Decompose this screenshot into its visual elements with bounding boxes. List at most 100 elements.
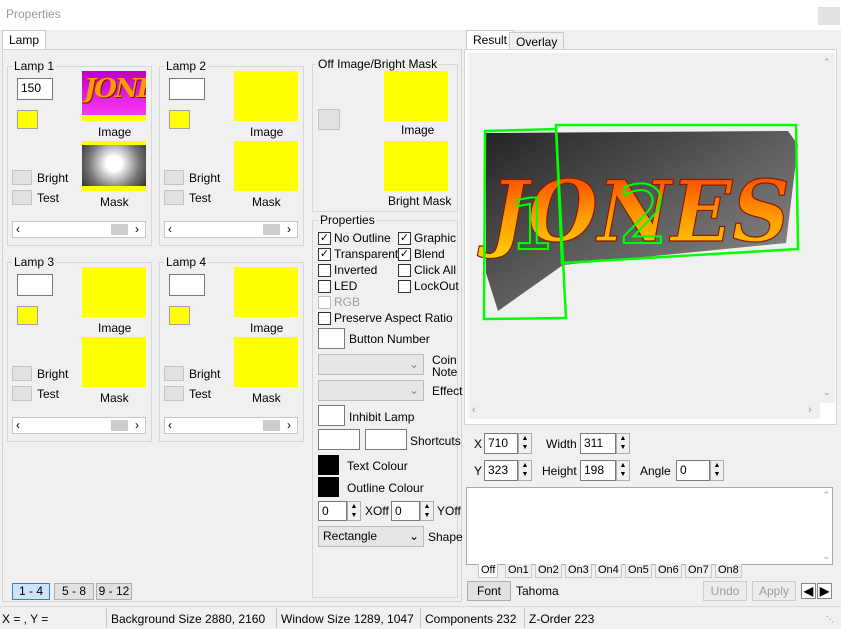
height-spinner[interactable]: ▲ ▼: [616, 460, 630, 481]
shortcut-input-1[interactable]: [318, 429, 360, 450]
shortcut-input-2[interactable]: [365, 429, 407, 450]
lamp-1-test-button[interactable]: [12, 190, 32, 205]
lockout-checkbox[interactable]: [398, 280, 411, 293]
lamp-4-scroll-thumb[interactable]: [263, 420, 280, 431]
off-image-colour-button[interactable]: [318, 109, 340, 130]
lamp-4-colour-swatch[interactable]: [169, 306, 190, 325]
resize-grip-icon[interactable]: ⋱: [826, 615, 836, 625]
xoff-spinner[interactable]: ▲ ▼: [347, 501, 361, 521]
y-spinner[interactable]: ▲ ▼: [518, 460, 532, 481]
state-tab-off[interactable]: Off: [478, 564, 499, 578]
transparent-checkbox[interactable]: ✓: [318, 248, 331, 261]
lamp-2-scrollbar[interactable]: ‹ ›: [164, 221, 298, 238]
lamp-3-image-preview[interactable]: [82, 267, 146, 317]
font-button[interactable]: Font: [467, 581, 511, 601]
lamp-1-scrollbar[interactable]: ‹ ›: [12, 221, 146, 238]
blend-checkbox[interactable]: ✓: [398, 248, 411, 261]
tab-result[interactable]: Result: [466, 30, 515, 50]
bright-mask-preview[interactable]: [384, 141, 448, 191]
lamp-3-scrollbar[interactable]: ‹ ›: [12, 417, 146, 434]
arrow-left-icon[interactable]: ◀: [801, 583, 816, 599]
lamp-3-mask-preview[interactable]: [82, 337, 146, 387]
lamp-3-bright-button[interactable]: [12, 366, 32, 381]
page-5-8-button[interactable]: 5 - 8: [54, 583, 94, 600]
angle-input[interactable]: 0: [676, 460, 710, 481]
inverted-checkbox[interactable]: [318, 264, 331, 277]
lamp-2-test-button[interactable]: [164, 190, 184, 205]
rgb-checkbox[interactable]: [318, 296, 331, 309]
shape-select[interactable]: Rectangle ⌄: [318, 526, 424, 547]
lamp-2-colour-swatch[interactable]: [169, 110, 190, 129]
lamp-3-test-button[interactable]: [12, 386, 32, 401]
yoff-input[interactable]: 0: [391, 501, 420, 521]
state-tab-on1[interactable]: On1: [505, 564, 532, 578]
preserve-aspect-ratio-checkbox[interactable]: [318, 312, 331, 325]
lamp-2-image-preview[interactable]: [234, 71, 298, 121]
status-divider: [420, 608, 421, 628]
lamp-1-colour-swatch[interactable]: [17, 110, 38, 129]
click-all-checkbox[interactable]: [398, 264, 411, 277]
no-outline-checkbox[interactable]: ✓: [318, 232, 331, 245]
height-label: Height: [542, 464, 577, 478]
inhibit-lamp-input[interactable]: [318, 405, 345, 426]
state-tab-on8[interactable]: On8: [715, 564, 742, 578]
apply-button[interactable]: Apply: [752, 581, 796, 601]
lamp-2-scroll-thumb[interactable]: [263, 224, 280, 235]
lamp-1-bright-button[interactable]: [12, 170, 32, 185]
page-1-4-button[interactable]: 1 - 4: [12, 583, 50, 600]
result-horizontal-scrollbar[interactable]: ‹ ›: [468, 403, 820, 419]
effect-select[interactable]: ⌄: [318, 380, 424, 401]
yoff-spinner[interactable]: ▲ ▼: [420, 501, 434, 521]
angle-spinner[interactable]: ▲ ▼: [710, 460, 724, 481]
lamp-3-number-input[interactable]: [17, 274, 53, 296]
chevron-down-icon: ⌄: [823, 387, 831, 397]
width-input[interactable]: 311: [580, 433, 616, 454]
result-vertical-scrollbar[interactable]: ⌃ ⌄: [820, 53, 835, 403]
state-tab-on7[interactable]: On7: [685, 564, 712, 578]
yoff-label: YOff: [437, 504, 461, 518]
xoff-input[interactable]: 0: [318, 501, 347, 521]
tab-overlay[interactable]: Overlay: [509, 32, 565, 50]
chevron-right-icon: ›: [135, 418, 139, 432]
outline-colour-swatch[interactable]: [318, 477, 339, 497]
close-button[interactable]: [818, 7, 840, 25]
tab-lamp[interactable]: Lamp: [2, 30, 47, 50]
lamp-4-image-preview[interactable]: [234, 267, 298, 317]
state-tab-on6[interactable]: On6: [655, 564, 682, 578]
lamp-1-scroll-thumb[interactable]: [111, 224, 128, 235]
lamp-4-test-button[interactable]: [164, 386, 184, 401]
page-9-12-button[interactable]: 9 - 12: [96, 583, 132, 600]
graphic-checkbox[interactable]: ✓: [398, 232, 411, 245]
overlay-label-2: 2: [618, 169, 669, 262]
lamp-1-number-input[interactable]: 150: [17, 78, 53, 100]
height-input[interactable]: 198: [580, 460, 616, 481]
undo-button[interactable]: Undo: [703, 581, 747, 601]
y-input[interactable]: 323: [484, 460, 518, 481]
state-tab-on4[interactable]: On4: [595, 564, 622, 578]
chevron-up-icon: ⌃: [823, 57, 831, 67]
lamp-4-number-input[interactable]: [169, 274, 205, 296]
coin-note-select[interactable]: ⌄: [318, 354, 424, 375]
arrow-right-icon[interactable]: ▶: [817, 583, 832, 599]
x-input[interactable]: 710: [484, 433, 518, 454]
state-tab-on3[interactable]: On3: [565, 564, 592, 578]
width-spinner[interactable]: ▲ ▼: [616, 433, 630, 454]
lamp-2-bright-button[interactable]: [164, 170, 184, 185]
lamp-4-scrollbar[interactable]: ‹ ›: [164, 417, 298, 434]
lamp-3-scroll-thumb[interactable]: [111, 420, 128, 431]
off-image-preview[interactable]: [384, 71, 448, 121]
led-checkbox[interactable]: [318, 280, 331, 293]
state-tab-on5[interactable]: On5: [625, 564, 652, 578]
x-spinner[interactable]: ▲ ▼: [518, 433, 532, 454]
lamp-2-mask-preview[interactable]: [234, 141, 298, 191]
lamp-text-area[interactable]: ⌃ ⌄: [466, 487, 833, 565]
button-number-input[interactable]: [318, 328, 345, 349]
lamp-2-number-input[interactable]: [169, 78, 205, 100]
lamp-4-bright-button[interactable]: [164, 366, 184, 381]
lamp-3-colour-swatch[interactable]: [17, 306, 38, 325]
text-colour-swatch[interactable]: [318, 455, 339, 475]
lamp-1-image-preview[interactable]: JONES: [82, 71, 146, 121]
lamp-4-mask-preview[interactable]: [234, 337, 298, 387]
lamp-1-mask-preview[interactable]: [82, 141, 146, 191]
state-tab-on2[interactable]: On2: [535, 564, 562, 578]
